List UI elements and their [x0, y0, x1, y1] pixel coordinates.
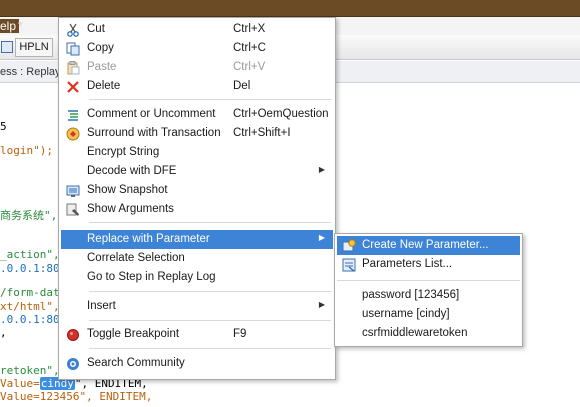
menu-help[interactable]: elp: [0, 19, 20, 33]
toolbar-icon[interactable]: [1, 41, 13, 53]
title-bar: [0, 0, 580, 17]
menu-item-search-community[interactable]: Search Community: [61, 354, 333, 373]
menu-item-shortcut: Ctrl+Shift+I: [233, 127, 291, 139]
menu-item-encrypt-string[interactable]: Encrypt String: [61, 143, 333, 162]
menu-separator: [89, 348, 331, 349]
menu-item-go-to-step[interactable]: Go to Step in Replay Log: [61, 268, 333, 287]
submenu-item-label: Create New Parameter...: [362, 239, 489, 251]
arguments-icon: [66, 203, 80, 217]
search-community-icon: [66, 357, 80, 371]
delete-x-icon: [66, 80, 80, 94]
replace-parameter-submenu: Create New Parameter... Parameters List.…: [334, 233, 523, 347]
code-line: /form-data: [0, 286, 67, 299]
code-line: retoken",: [0, 364, 60, 377]
menu-item-label: Show Snapshot: [87, 184, 168, 196]
submenu-item-username[interactable]: username [cindy]: [337, 305, 520, 324]
menu-item-shortcut: F9: [233, 328, 247, 340]
transaction-icon: [66, 127, 80, 141]
submenu-item-label: Parameters List...: [362, 258, 453, 270]
menu-item-label: Show Arguments: [87, 203, 174, 215]
submenu-arrow-icon: ▶: [318, 300, 325, 309]
menu-item-label: Decode with DFE: [87, 165, 177, 177]
menu-item-cut[interactable]: Cut Ctrl+X: [61, 20, 333, 39]
menu-item-label: Toggle Breakpoint: [87, 328, 180, 340]
copy-icon: [66, 42, 80, 56]
context-menu: Cut Ctrl+X Copy Ctrl+C Paste Ctrl+V Dele…: [58, 17, 336, 380]
snapshot-icon: [66, 184, 80, 198]
menu-item-label: Comment or Uncomment: [87, 108, 216, 120]
menu-item-label: Surround with Transaction: [87, 127, 221, 139]
paste-icon: [66, 61, 80, 75]
menu-item-shortcut: Ctrl+V: [233, 61, 266, 73]
menu-item-show-arguments[interactable]: Show Arguments: [61, 200, 333, 219]
code-line: ,: [0, 326, 7, 339]
menu-item-shortcut: Del: [233, 80, 251, 92]
menu-item-delete[interactable]: Delete Del: [61, 77, 333, 96]
create-parameter-icon: [342, 239, 356, 253]
code-token: Value=: [0, 377, 40, 390]
submenu-arrow-icon: ▶: [318, 233, 325, 242]
code-line: login");: [0, 144, 53, 157]
code-line: 5: [0, 120, 7, 133]
submenu-item-create-new-parameter[interactable]: Create New Parameter...: [337, 236, 520, 255]
comment-icon: [66, 108, 80, 122]
replay-status-text: ess : Replay: [0, 66, 61, 78]
menu-item-copy[interactable]: Copy Ctrl+C: [61, 39, 333, 58]
menu-item-label: Delete: [87, 80, 121, 92]
menu-separator: [89, 222, 331, 223]
menu-item-label: Paste: [87, 61, 117, 73]
submenu-item-label: password [123456]: [362, 289, 460, 301]
code-line: .0.0.1:800: [0, 262, 67, 275]
code-line: 商务系统",: [0, 209, 58, 222]
code-line: .0.0.1:80: [0, 313, 60, 326]
menu-item-shortcut: Ctrl+C: [233, 42, 266, 54]
menu-item-label: Cut: [87, 23, 105, 35]
menu-item-comment[interactable]: Comment or Uncomment Ctrl+OemQuestion: [61, 105, 333, 124]
menu-separator: [337, 280, 520, 281]
submenu-item-password[interactable]: password [123456]: [337, 286, 520, 305]
menu-item-shortcut: Ctrl+OemQuestion: [233, 108, 329, 120]
code-line: Value=123456", ENDITEM,: [0, 390, 153, 403]
menu-item-correlate-selection[interactable]: Correlate Selection: [61, 249, 333, 268]
menu-separator: [89, 99, 331, 100]
submenu-item-parameters-list[interactable]: Parameters List...: [337, 255, 520, 274]
code-line: xt/html",: [0, 300, 60, 313]
chevron-down-icon[interactable]: ▾: [18, 19, 23, 30]
menu-item-decode-dfe[interactable]: Decode with DFE ▶: [61, 162, 333, 181]
menu-separator: [89, 291, 331, 292]
menu-item-replace-with-parameter[interactable]: Replace with Parameter ▶: [61, 230, 333, 249]
menu-item-label: Copy: [87, 42, 114, 54]
menu-item-label: Correlate Selection: [87, 252, 185, 264]
submenu-item-label: username [cindy]: [362, 308, 450, 320]
hpln-button[interactable]: HPLN: [15, 38, 53, 57]
menu-item-surround-transaction[interactable]: Surround with Transaction Ctrl+Shift+I: [61, 124, 333, 143]
menu-separator: [89, 320, 331, 321]
menu-item-label: Insert: [87, 300, 116, 312]
scissors-icon: [66, 23, 80, 37]
parameters-list-icon: [342, 258, 356, 272]
code-line: _action",: [0, 248, 60, 261]
menu-item-label: Go to Step in Replay Log: [87, 271, 216, 283]
menu-item-label: Encrypt String: [87, 146, 160, 158]
menu-item-insert[interactable]: Insert ▶: [61, 297, 333, 316]
submenu-item-label: csrfmiddlewaretoken: [362, 327, 468, 339]
menu-item-paste[interactable]: Paste Ctrl+V: [61, 58, 333, 77]
menu-item-label: Replace with Parameter: [87, 233, 210, 245]
menu-item-toggle-breakpoint[interactable]: Toggle Breakpoint F9: [61, 325, 333, 344]
submenu-arrow-icon: ▶: [318, 165, 325, 174]
submenu-item-csrfmiddlewaretoken[interactable]: csrfmiddlewaretoken: [337, 324, 520, 343]
menu-item-shortcut: Ctrl+X: [233, 23, 266, 35]
breakpoint-icon: [66, 328, 80, 342]
menu-item-label: Search Community: [87, 357, 185, 369]
menu-item-show-snapshot[interactable]: Show Snapshot: [61, 181, 333, 200]
